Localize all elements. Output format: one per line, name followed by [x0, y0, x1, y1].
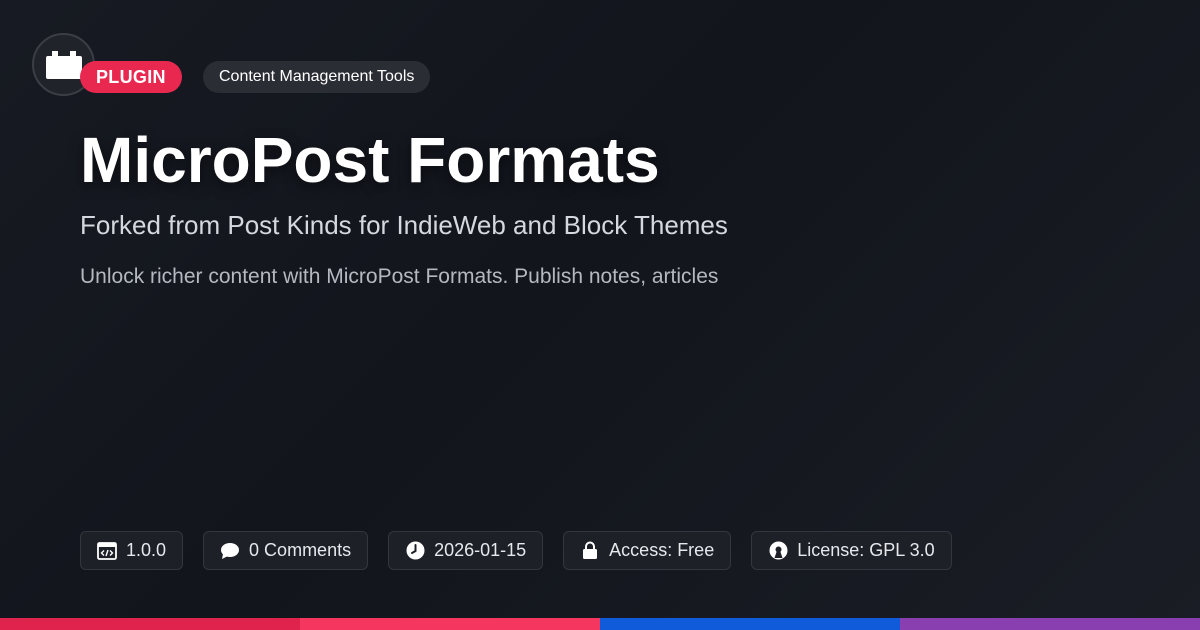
page-title: MicroPost Formats [80, 124, 660, 196]
bottom-bar-segment-4 [900, 618, 1200, 630]
version-text: 1.0.0 [126, 540, 167, 560]
date-text: 2026-01-15 [434, 540, 527, 560]
page-description: Unlock richer content with MicroPost For… [80, 265, 719, 288]
license-text: License: GPL 3.0 [797, 540, 935, 560]
bottom-accent-bar [0, 618, 1200, 630]
clock-icon [405, 541, 425, 561]
plugin-type-badge[interactable]: PLUGIN [80, 61, 182, 93]
access-pill: Access: Free [563, 531, 732, 570]
date-pill: 2026-01-15 [388, 531, 544, 570]
plugin-block-icon [45, 50, 82, 79]
code-window-icon [97, 541, 117, 561]
open-source-icon [768, 541, 788, 561]
comments-text: 0 Comments [249, 540, 352, 560]
bottom-bar-segment-3 [600, 618, 900, 630]
lock-icon [580, 541, 600, 561]
bottom-bar-segment-2 [300, 618, 600, 630]
bottom-bar-segment-1 [0, 618, 300, 630]
category-badge[interactable]: Content Management Tools [203, 61, 431, 93]
page-subtitle: Forked from Post Kinds for IndieWeb and … [80, 210, 728, 240]
version-pill: 1.0.0 [80, 531, 184, 570]
meta-row: 1.0.0 0 Comments 2026-01-15 Access: Free [80, 531, 952, 570]
access-text: Access: Free [609, 540, 715, 560]
speech-bubble-icon [220, 541, 240, 561]
license-pill[interactable]: License: GPL 3.0 [751, 531, 952, 570]
comments-pill[interactable]: 0 Comments [203, 531, 369, 570]
